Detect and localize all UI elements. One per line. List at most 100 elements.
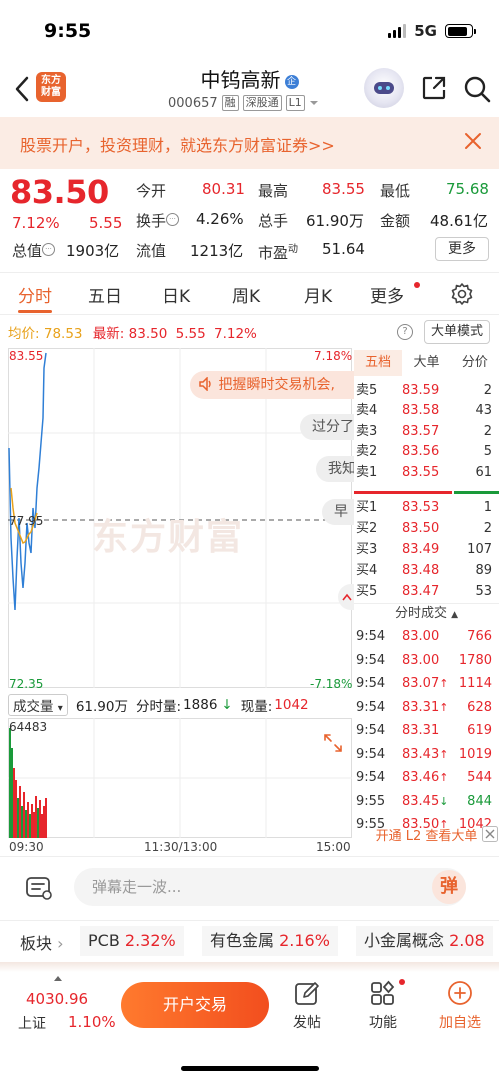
intraday-summary: 均价: 78.53 最新: 83.50 5.55 7.12% bbox=[8, 322, 257, 342]
home-indicator bbox=[181, 1066, 319, 1071]
tick-row: 9:54 83.00 1780 bbox=[356, 649, 496, 672]
tick-price: 83.07↑ bbox=[402, 676, 449, 691]
expand-icon[interactable] bbox=[322, 732, 344, 754]
mcap-label[interactable]: 总值 ··· bbox=[12, 240, 56, 261]
edit-icon bbox=[295, 982, 319, 1005]
open-account-trade-button[interactable]: 开户交易 bbox=[121, 982, 269, 1028]
index-name[interactable]: 上证 bbox=[18, 1013, 46, 1033]
bid-row: 买2 83.50 2 bbox=[356, 521, 492, 536]
tick-time: 9:54 bbox=[356, 629, 386, 644]
bid-ratio-bar bbox=[454, 491, 499, 494]
promo-banner-text[interactable]: 股票开户，投资理财，就选东方财富证券>> bbox=[20, 132, 335, 156]
l2-upgrade-link[interactable]: 开通 L2 查看大单 bbox=[354, 826, 499, 848]
more-button[interactable]: 更多 bbox=[435, 237, 489, 261]
sector-label[interactable]: 板块 › bbox=[20, 930, 64, 954]
status-indicators: 5G bbox=[388, 22, 476, 40]
volume-bar bbox=[41, 814, 43, 838]
volume-header: 成交量 ▾ 61.90万 分时量: 1886 ↓ 现量: 1042 bbox=[8, 694, 309, 716]
pe-sup: 动 bbox=[288, 244, 299, 255]
index-value[interactable]: 4030.96 bbox=[26, 990, 88, 1008]
volume-indicator-select[interactable]: 成交量 ▾ bbox=[8, 694, 68, 716]
open-value: 80.31 bbox=[202, 180, 245, 198]
tab-big-orders[interactable]: 大单 bbox=[402, 350, 450, 376]
sector-chip-pcb[interactable]: PCB 2.32% bbox=[80, 926, 184, 956]
nav-add-watchlist-label: 加自选 bbox=[439, 1015, 481, 1031]
latest-value: 83.50 bbox=[128, 326, 168, 342]
tick-time: 9:54 bbox=[356, 746, 386, 762]
nav-add-watchlist[interactable]: 加自选 bbox=[430, 980, 490, 1032]
close-icon[interactable] bbox=[462, 130, 484, 152]
tab-price-distribution[interactable]: 分价 bbox=[451, 350, 499, 376]
float-value: 1213亿 bbox=[190, 242, 244, 260]
tab-more[interactable]: 更多 bbox=[370, 282, 404, 307]
vol-tick-value: 1886 bbox=[183, 697, 218, 713]
x-axis-open: 09:30 bbox=[9, 840, 44, 854]
tick-price: 83.31↑ bbox=[402, 699, 449, 715]
nav-functions[interactable]: 功能 bbox=[353, 980, 413, 1032]
volume-bar bbox=[9, 728, 11, 838]
high-value: 83.55 bbox=[322, 180, 365, 198]
turnover-label[interactable]: 换手 ··· bbox=[136, 210, 180, 231]
tick-row: 9:54 83.00 766 bbox=[356, 625, 496, 648]
volume-value: 61.90万 bbox=[306, 212, 364, 230]
tick-row: 9:54 83.31 619 bbox=[356, 719, 496, 742]
volume-label: 总手 bbox=[258, 212, 289, 230]
volume-bar bbox=[25, 810, 27, 838]
volume-bar bbox=[33, 812, 35, 838]
comment-list-icon[interactable] bbox=[24, 873, 54, 903]
sector-label-text: 板块 bbox=[20, 934, 53, 953]
close-icon[interactable] bbox=[482, 826, 498, 842]
gear-icon[interactable] bbox=[450, 282, 474, 306]
stock-name: 中钨高新 bbox=[200, 68, 281, 92]
ask-ratio-bar bbox=[354, 491, 452, 494]
expand-up-icon[interactable] bbox=[54, 976, 62, 981]
big-order-mode-button[interactable]: 大单模式 bbox=[424, 320, 490, 344]
add-circle-icon bbox=[448, 981, 472, 1005]
turnover-value: 4.26% bbox=[196, 210, 244, 228]
latest-label: 最新: bbox=[92, 326, 125, 342]
trade-opportunity-pill[interactable]: 把握瞬时交易机会, bbox=[190, 371, 354, 399]
index-percent[interactable]: 1.10% bbox=[68, 1013, 116, 1031]
sector-chip-minor-metals[interactable]: 小金属概念 2.08 bbox=[356, 926, 493, 956]
divider bbox=[0, 314, 499, 315]
tab-monthly-k[interactable]: 月K bbox=[304, 282, 332, 307]
pe-value: 51.64 bbox=[322, 240, 365, 258]
stock-code: 000657 bbox=[168, 95, 218, 111]
volume-bar bbox=[37, 808, 39, 838]
vol-now-value: 1042 bbox=[274, 697, 309, 713]
ticks-header[interactable]: 分时成交 ▲ bbox=[354, 603, 499, 626]
down-arrow-icon: ↓ bbox=[221, 697, 233, 713]
y-axis-bottom: 72.35 bbox=[9, 677, 44, 691]
tick-price: 83.00 bbox=[402, 629, 440, 644]
ai-assistant-icon[interactable] bbox=[364, 68, 404, 108]
info-icon[interactable]: ··· bbox=[166, 213, 180, 226]
active-tab-indicator bbox=[18, 310, 52, 313]
nav-functions-label: 功能 bbox=[369, 1015, 397, 1031]
info-icon[interactable]: ··· bbox=[42, 243, 56, 256]
tab-five-day[interactable]: 五日 bbox=[88, 282, 122, 307]
tick-volume: 1780 bbox=[458, 652, 492, 668]
tab-five-levels[interactable]: 五档 bbox=[354, 350, 403, 376]
tick-time: 9:54 bbox=[356, 676, 386, 691]
danmu-button[interactable]: 弹 bbox=[432, 870, 466, 904]
search-icon[interactable] bbox=[462, 74, 492, 104]
share-icon[interactable] bbox=[420, 74, 448, 102]
tick-volume: 628 bbox=[467, 699, 492, 715]
bid-row: 买4 83.48 89 bbox=[356, 563, 492, 578]
danmu-input[interactable]: 弹幕走一波... bbox=[74, 868, 466, 906]
stock-code-row[interactable]: 000657 融 深股通 L1 bbox=[168, 95, 319, 111]
volume-bar bbox=[27, 802, 29, 838]
tab-intraday[interactable]: 分时 bbox=[18, 282, 52, 307]
apps-grid-icon bbox=[371, 980, 395, 1005]
help-icon[interactable]: ? bbox=[397, 324, 413, 340]
volume-total: 61.90万 bbox=[75, 699, 128, 715]
tab-weekly-k[interactable]: 周K bbox=[232, 282, 260, 307]
sector-chip-nonferrous[interactable]: 有色金属 2.16% bbox=[202, 926, 338, 956]
open-label: 今开 bbox=[136, 182, 167, 200]
change-percent: 7.12% bbox=[12, 214, 60, 232]
status-time: 9:55 bbox=[44, 20, 92, 42]
nav-post[interactable]: 发帖 bbox=[277, 980, 337, 1032]
tab-daily-k[interactable]: 日K bbox=[162, 282, 190, 307]
intraday-price-lines bbox=[8, 352, 47, 611]
turnover-label-text: 换手 bbox=[136, 212, 167, 230]
